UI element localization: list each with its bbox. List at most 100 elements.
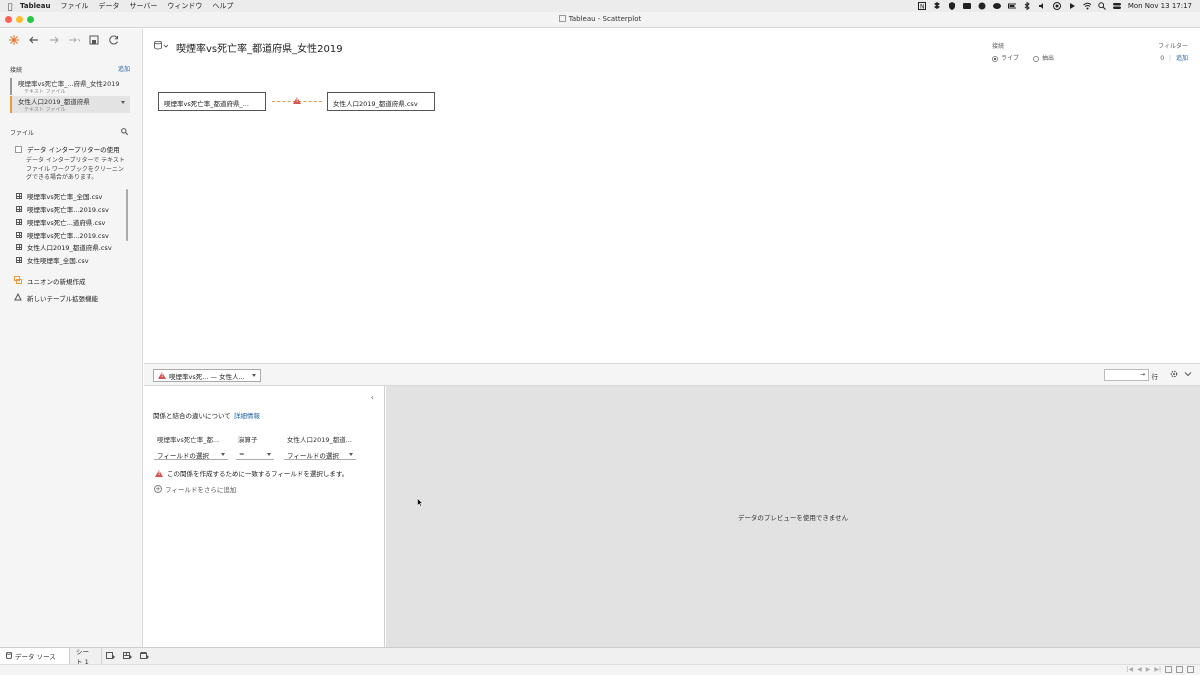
notion-icon[interactable]: N [917, 2, 926, 10]
relationship-help-text: 関係と結合の違いについて [153, 412, 231, 420]
add-more-fields-button[interactable]: + フィールドをさらに追加 [154, 484, 236, 494]
control-center-icon[interactable] [1112, 2, 1121, 10]
learn-more-link[interactable]: 詳細情報 [234, 412, 260, 420]
tableau-logo-icon[interactable] [8, 34, 20, 46]
right-table-header: 女性人口2019_都道... [287, 436, 352, 444]
menu-data[interactable]: データ [98, 1, 119, 11]
new-worksheet-icon[interactable] [102, 648, 119, 665]
connection-item-smoking[interactable]: 喫煙率vs死亡率_...府県_女性2019 テキスト ファイル [10, 78, 130, 95]
right-field-select[interactable]: フィールドの選択 [284, 449, 356, 460]
warning-icon [155, 469, 163, 477]
file-name: 喫煙率vs死亡率...2019.csv [27, 206, 109, 214]
new-union-button[interactable]: ユニオンの新規作成 [14, 276, 86, 286]
dropbox-icon[interactable] [933, 2, 941, 10]
file-item[interactable]: 女性人口2019_都道府県.csv [16, 242, 112, 252]
new-dashboard-icon[interactable] [119, 648, 136, 665]
tab-sheet-1[interactable]: シート 1 [70, 647, 102, 666]
extract-radio[interactable]: 抽出 [1032, 53, 1054, 62]
last-page-icon[interactable]: ▶| [1154, 666, 1161, 673]
interpreter-label: データ インタープリターの使用 [27, 146, 120, 154]
table-grid-icon [16, 219, 22, 225]
gear-icon[interactable] [1170, 370, 1178, 380]
display-icon[interactable] [962, 2, 971, 10]
connections-label: 接続 [10, 67, 23, 74]
interpreter-checkbox[interactable] [15, 145, 22, 153]
plus-circle-icon: + [154, 485, 162, 493]
relationship-warning-text: この関係を作成するために一致するフィールドを選択します。 [167, 470, 349, 478]
files-scrollbar[interactable] [126, 189, 128, 241]
filmstrip-view-icon[interactable] [1187, 666, 1194, 673]
play-icon[interactable] [1068, 2, 1076, 10]
data-interpreter-option[interactable]: データ インタープリターの使用 [15, 144, 120, 154]
grid-toolbar: 喫煙率vs死... — 女性人... → 行 [144, 363, 1200, 386]
refresh-icon[interactable] [108, 34, 120, 46]
collapse-chevron-icon[interactable]: ‹ [371, 393, 374, 402]
file-item[interactable]: 女性喫煙率_全国.csv [16, 255, 89, 265]
datasource-title[interactable]: 喫煙率vs死亡率_都道府県_女性2019 [176, 40, 343, 55]
add-connection-link[interactable]: 追加 [118, 64, 130, 73]
shield-icon[interactable] [948, 2, 956, 10]
connection-name: 喫煙率vs死亡率_...府県_女性2019 [18, 80, 120, 88]
tab-data-source[interactable]: データ ソース [0, 647, 70, 665]
menu-server[interactable]: サーバー [129, 1, 157, 11]
data-preview-pane: データのプレビューを使用できません [386, 386, 1200, 647]
data-source-sidebar: 接続 追加 喫煙率vs死亡率_...府県_女性2019 テキスト ファイル 女性… [0, 29, 143, 647]
right-field-select-label: フィールドの選択 [287, 452, 339, 460]
new-table-extension-button[interactable]: 新しいテーブル拡張機能 [14, 292, 98, 303]
filter-add-link[interactable]: 追加 [1176, 55, 1188, 62]
menu-window[interactable]: ウィンドウ [167, 1, 202, 11]
operator-select[interactable]: = [236, 449, 274, 460]
file-item[interactable]: 喫煙率vs死亡...道府県.csv [16, 217, 105, 227]
table-grid-icon [16, 193, 22, 199]
next-page-icon[interactable]: ▶ [1146, 666, 1151, 673]
forward-arrow-icon[interactable] [48, 34, 60, 46]
volume-icon[interactable] [1038, 2, 1046, 10]
back-arrow-icon[interactable] [28, 34, 40, 46]
elephant-icon[interactable] [992, 2, 1001, 10]
file-item[interactable]: 喫煙率vs死亡率...2019.csv [16, 204, 109, 214]
prev-page-icon[interactable]: ◀ [1137, 666, 1142, 673]
new-story-icon[interactable] [136, 648, 153, 665]
tab-sheet-1-label: シート 1 [76, 648, 89, 666]
relationship-warning: この関係を作成するために一致するフィールドを選択します。 [155, 468, 348, 478]
menubar-clock[interactable]: Mon Nov 13 17:17 [1128, 2, 1192, 10]
relationship-dropdown[interactable]: 喫煙率vs死... — 女性人... [153, 369, 261, 382]
file-name: 女性人口2019_都道府県.csv [27, 244, 112, 252]
menu-help[interactable]: ヘルプ [212, 1, 233, 11]
record-icon[interactable] [1052, 2, 1061, 10]
file-item[interactable]: 喫煙率vs死亡率_全国.csv [16, 191, 102, 201]
app-menu[interactable]: Tableau [20, 2, 50, 10]
save-icon[interactable] [88, 34, 100, 46]
wifi-icon[interactable] [1082, 2, 1091, 10]
window-title-text: Tableau - Scatterplot [568, 15, 642, 23]
grid-view-icon[interactable] [1165, 666, 1172, 673]
file-item[interactable]: 喫煙率vs死亡率...2019.csv [16, 230, 109, 240]
left-table-header: 喫煙率vs死亡率_都... [157, 436, 220, 444]
search-icon[interactable] [121, 128, 129, 137]
battery-icon[interactable] [1007, 2, 1016, 10]
list-view-icon[interactable] [1176, 666, 1183, 673]
menu-file[interactable]: ファイル [60, 1, 88, 11]
connection-item-population[interactable]: 女性人口2019_都道府県 テキスト ファイル [10, 96, 130, 113]
chevron-down-icon[interactable] [1184, 370, 1192, 380]
file-name: 喫煙率vs死亡率_全国.csv [27, 193, 103, 201]
chevron-down-icon [267, 453, 271, 456]
left-table-card[interactable]: 喫煙率vs死亡率_都道府県_... [158, 92, 266, 111]
first-page-icon[interactable]: |◀ [1126, 666, 1133, 673]
redo-dropdown-icon[interactable] [68, 34, 80, 46]
database-icon[interactable] [154, 40, 169, 52]
spotlight-icon[interactable] [1098, 2, 1106, 10]
left-field-select[interactable]: フィールドの選択 [154, 449, 228, 460]
right-table-card[interactable]: 女性人口2019_都道府県.csv [327, 92, 435, 111]
tableau-doc-icon [558, 15, 566, 22]
filter-count: 0 [1160, 55, 1165, 62]
rows-input[interactable]: → [1104, 369, 1149, 381]
bluetooth-icon[interactable] [1023, 2, 1031, 10]
table-grid-icon [16, 232, 22, 238]
chevron-down-icon[interactable] [121, 101, 125, 104]
warning-icon[interactable] [293, 97, 301, 104]
status-menus: N Mon Nov 13 17:17 [917, 0, 1192, 12]
apple-menu-icon[interactable]:  [0, 2, 20, 11]
live-radio[interactable]: ライブ [991, 53, 1019, 62]
cloud-icon[interactable] [978, 2, 986, 10]
